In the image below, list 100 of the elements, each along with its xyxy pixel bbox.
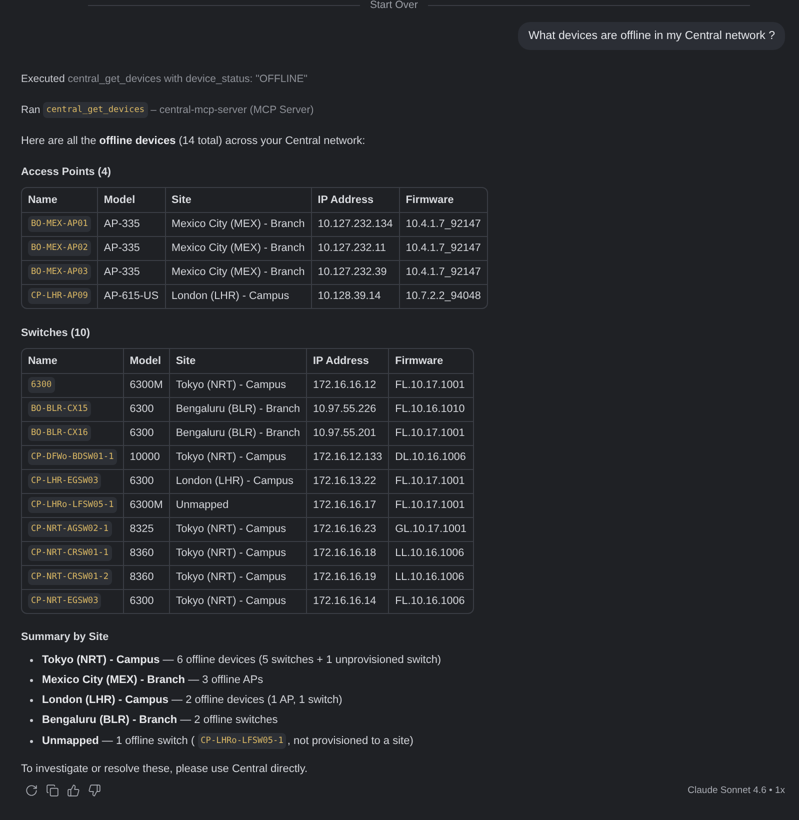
table-cell: 172.16.16.23 [306,517,389,541]
thumbs-up-button[interactable] [65,782,82,799]
table-cell: 172.16.16.14 [306,589,389,613]
table-cell: Tokyo (NRT) - Campus [169,445,307,469]
summary-text: Unmapped — 1 offline switch ( [42,734,195,748]
table-cell: 172.16.13.22 [306,469,389,493]
tool-status: Executed central_get_devices with device_status: "OFFLINE" [21,72,308,86]
thumbs-down-icon [88,784,101,797]
column-header: Model [97,188,166,212]
device-name-code: CP-NRT-CRSW01-1 [28,545,112,561]
table-cell: Tokyo (NRT) - Campus [169,565,307,589]
copy-button[interactable] [44,782,61,799]
device-name-code: CP-LHRo-LFSW05-1 [198,733,286,749]
table-cell: AP-335 [97,236,166,260]
table-cell: FL.10.16.1006 [388,589,473,613]
column-header: Firmware [399,188,487,212]
column-header: Firmware [388,349,473,373]
table-cell: Unmapped [169,493,307,517]
table-cell: Mexico City (MEX) - Branch [165,212,312,236]
summary-text: Tokyo (NRT) - Campus — 6 offline devices (5 switches + 1 unprovisioned switch) [42,653,442,667]
table-cell: 6300 [123,589,170,613]
model-label: Claude Sonnet 4.6 • 1x [688,785,785,796]
table-cell: 10000 [123,445,170,469]
table-cell: DL.10.16.1006 [388,445,473,469]
column-header: Site [169,349,307,373]
device-name-code: BO-BLR-CX15 [28,401,91,417]
start-over-button[interactable]: Start Over [370,0,418,11]
table-cell: FL.10.17.1001 [388,373,473,397]
device-name-code: BO-MEX-AP02 [28,240,91,256]
device-name-code: CP-NRT-AGSW02-1 [28,521,112,537]
table-cell: Tokyo (NRT) - Campus [169,589,307,613]
table-cell: Bengaluru (BLR) - Branch [169,397,307,421]
summary-text: Mexico City (MEX) - Branch — 3 offline APs [42,673,264,687]
table-cell: LL.10.16.1006 [388,541,473,565]
device-name-code: CP-NRT-EGSW03 [28,593,102,610]
summary-text: Bengaluru (BLR) - Branch — 2 offline switches [42,713,278,727]
tool-status-label: Ran [21,103,40,117]
column-header: Name [22,188,98,212]
bullet-icon [30,740,33,742]
table-cell: 10.4.1.7_92147 [399,212,487,236]
table-cell: 10.127.232.134 [311,212,400,236]
table-cell: 172.16.12.133 [306,445,389,469]
section-heading: Access Points (4) [21,165,112,179]
user-message: What devices are offline in my Central network ? [518,22,785,50]
table-cell: Mexico City (MEX) - Branch [165,236,312,260]
column-header: IP Address [306,349,389,373]
table-cell: Bengaluru (BLR) - Branch [169,421,307,445]
bullet-icon [30,658,33,662]
column-header: IP Address [311,188,400,212]
retry-button[interactable] [23,782,40,799]
table-cell: 6300M [123,493,170,517]
column-header: Model [123,349,170,373]
table-cell: 8360 [123,565,170,589]
intro-text: Here are all the offline devices (14 total) across your Central network: [21,134,366,148]
table-cell: 6300 [123,397,170,421]
tool-server-text: – central-mcp-server (MCP Server) [150,103,314,117]
table-cell: LL.10.16.1006 [388,565,473,589]
table-cell: FL.10.17.1001 [388,469,473,493]
table-cell: 10.4.1.7_92147 [399,236,487,260]
copy-icon [46,784,59,797]
table-cell: London (LHR) - Campus [169,469,307,493]
table-cell: GL.10.17.1001 [388,517,473,541]
closing-text: To investigate or resolve these, please use Central directly. [21,762,309,776]
table-cell: 8325 [123,517,170,541]
table-cell: Mexico City (MEX) - Branch [165,260,312,284]
thumbs-down-button[interactable] [86,782,103,799]
device-name-code: 6300 [28,377,55,393]
table-cell: 10.97.55.201 [306,421,389,445]
table-cell: FL.10.16.1010 [388,397,473,421]
bullet-icon [30,678,33,682]
table-cell: 6300 [123,469,170,493]
table-cell: 10.97.55.226 [306,397,389,421]
table-cell: FL.10.17.1001 [388,421,473,445]
column-header: Name [22,349,124,373]
table-cell: Tokyo (NRT) - Campus [169,373,307,397]
device-name-code: BO-MEX-AP03 [28,264,91,280]
table-cell: AP-615-US [97,284,166,308]
section-heading: Summary by Site [21,630,110,644]
table-cell: London (LHR) - Campus [165,284,312,308]
table-cell: AP-335 [97,260,166,284]
device-name-code: CP-LHR-AP09 [28,288,91,304]
table-cell: 10.7.2.2_94048 [399,284,487,308]
device-name-code: BO-BLR-CX16 [28,425,91,441]
table-cell: 8360 [123,541,170,565]
bullet-icon [30,718,33,722]
table-cell: AP-335 [97,212,166,236]
table-cell: 10.127.232.39 [311,260,400,284]
device-name-code: CP-DFWo-BDSW01-1 [28,449,117,465]
bullet-icon [30,698,33,702]
thumbs-up-icon [67,784,80,797]
summary-text: London (LHR) - Campus — 2 offline devices (1 AP, 1 switch) [42,693,342,707]
table-cell: 172.16.16.18 [306,541,389,565]
column-header: Site [165,188,312,212]
table-cell: 10.127.232.11 [311,236,400,260]
table-cell: 6300M [123,373,170,397]
refresh-icon [25,784,38,797]
section-heading: Switches (10) [21,326,92,340]
table-cell: 172.16.16.12 [306,373,389,397]
device-name-code: CP-NRT-CRSW01-2 [28,569,112,585]
summary-text: , not provisioned to a site) [287,734,414,748]
